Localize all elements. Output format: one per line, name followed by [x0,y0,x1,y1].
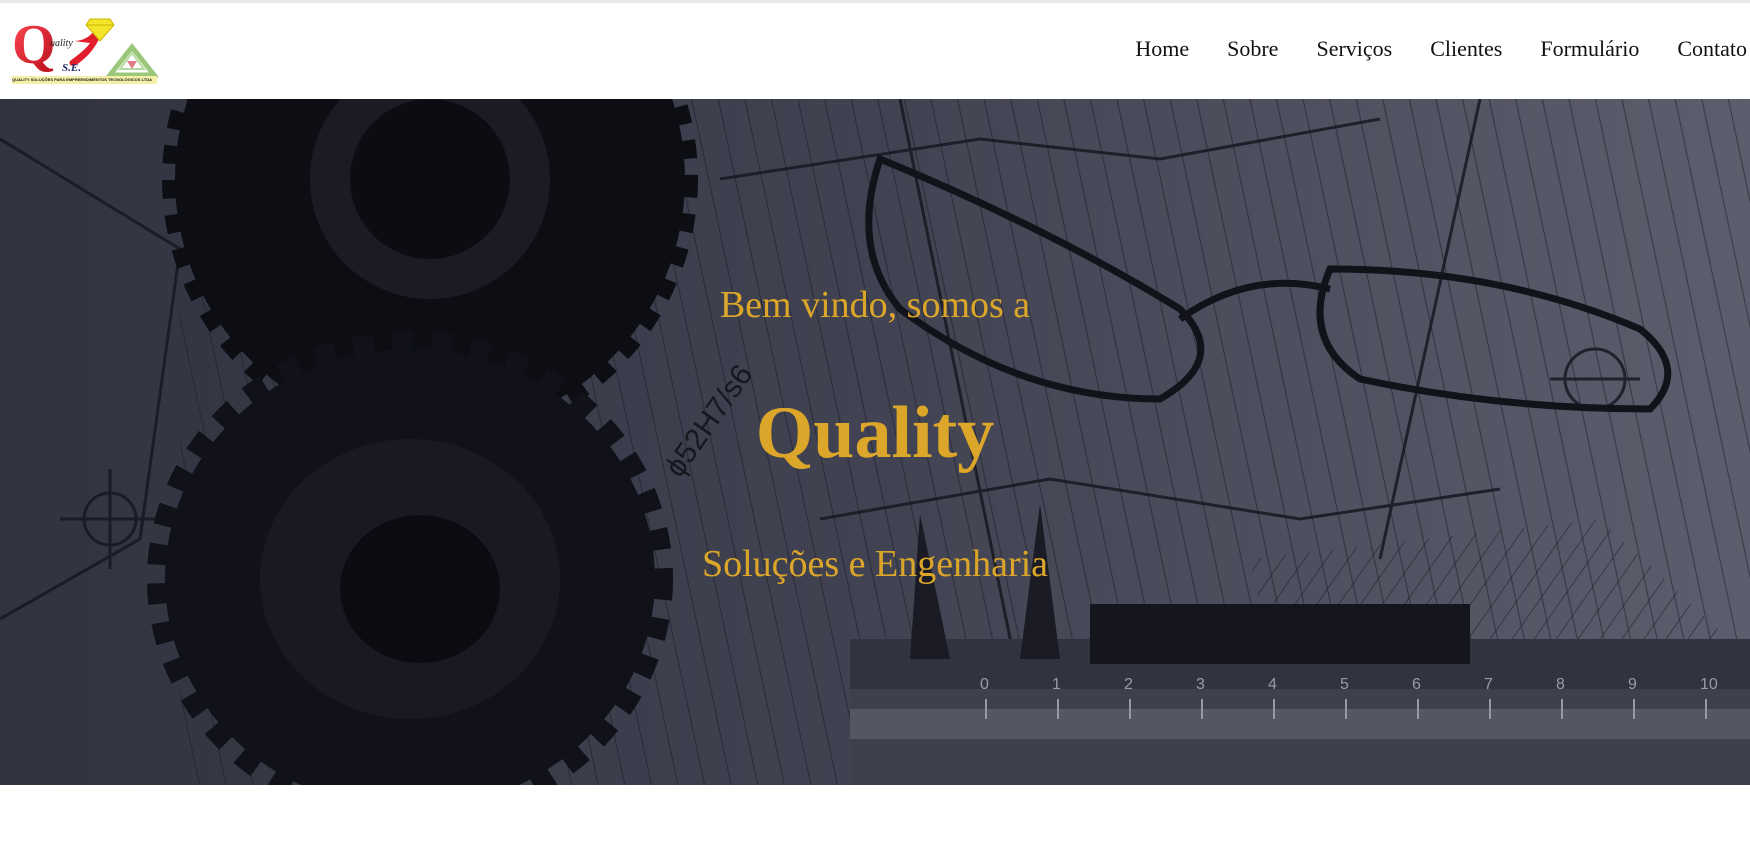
hero-title: Quality [755,392,995,474]
site-header: Q uality S.E. QUALITY SOLUÇÕES PARA EMPR… [0,3,1750,99]
nav-formulario[interactable]: Formulário [1540,1,1639,101]
nav-sobre[interactable]: Sobre [1227,1,1278,101]
logo-caption: QUALITY SOLUÇÕES PARA EMPREENDIMENTOS TE… [12,76,157,84]
main-navigation: Home Sobre Serviços Clientes Formulário … [1097,3,1747,99]
nav-clientes[interactable]: Clientes [1430,1,1502,101]
svg-text:S.E.: S.E. [62,62,81,74]
svg-text:uality: uality [50,38,73,49]
hero-welcome-text: Bem vindo, somos a [719,284,1031,326]
nav-home[interactable]: Home [1135,1,1189,101]
hero-banner: ϕ52H7/s6 0 1 2 3 4 5 6 7 8 9 10 Bem vindo, somos a… [0,99,1750,785]
nav-servicos[interactable]: Serviços [1316,1,1392,101]
hero-subtitle: Soluções e Engenharia [701,543,1049,585]
nav-contato[interactable]: Contato [1677,1,1747,101]
